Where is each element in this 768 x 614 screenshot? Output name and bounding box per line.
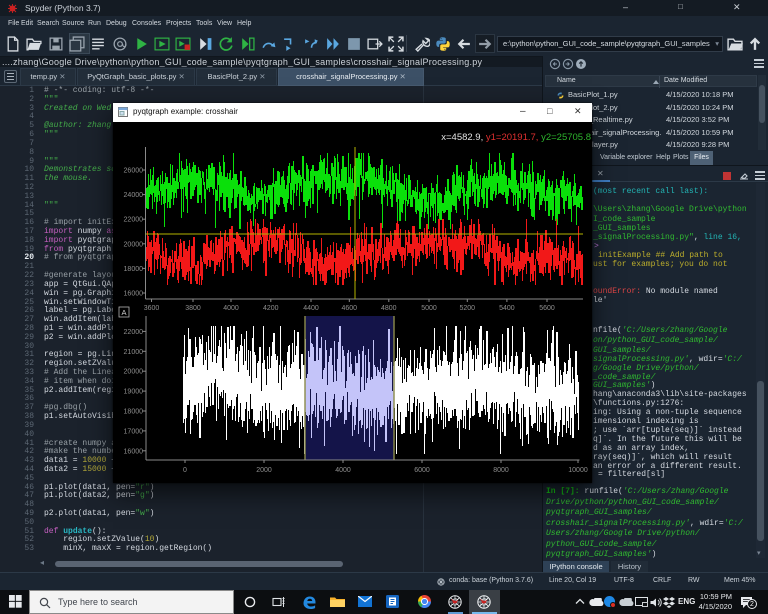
svg-text:19000: 19000 <box>124 389 144 396</box>
svg-text:4400: 4400 <box>303 305 319 312</box>
svg-text:A: A <box>121 308 126 317</box>
svg-text:3800: 3800 <box>185 305 201 312</box>
svg-text:4200: 4200 <box>263 305 279 312</box>
svg-text:0: 0 <box>183 467 187 474</box>
svg-text:16000: 16000 <box>124 448 144 455</box>
svg-text:18000: 18000 <box>124 266 144 273</box>
svg-text:20000: 20000 <box>124 369 144 376</box>
svg-text:4800: 4800 <box>381 305 397 312</box>
svg-text:4600: 4600 <box>342 305 358 312</box>
svg-text:10000: 10000 <box>568 467 588 474</box>
svg-text:2000: 2000 <box>256 467 272 474</box>
svg-text:4000: 4000 <box>223 305 239 312</box>
svg-text:4000: 4000 <box>335 467 351 474</box>
svg-text:16000: 16000 <box>124 291 144 298</box>
svg-text:5000: 5000 <box>421 305 437 312</box>
svg-text:24000: 24000 <box>124 192 144 199</box>
svg-text:8000: 8000 <box>493 467 509 474</box>
svg-text:26000: 26000 <box>124 168 144 175</box>
svg-text:6000: 6000 <box>414 467 430 474</box>
svg-text:20000: 20000 <box>124 241 144 248</box>
svg-text:17000: 17000 <box>124 428 144 435</box>
svg-text:3600: 3600 <box>144 305 160 312</box>
svg-text:22000: 22000 <box>124 217 144 224</box>
svg-text:18000: 18000 <box>124 409 144 416</box>
svg-text:5400: 5400 <box>499 305 515 312</box>
svg-text:22000: 22000 <box>124 329 144 336</box>
svg-text:5600: 5600 <box>539 305 555 312</box>
svg-text:21000: 21000 <box>124 349 144 356</box>
svg-text:5200: 5200 <box>460 305 476 312</box>
